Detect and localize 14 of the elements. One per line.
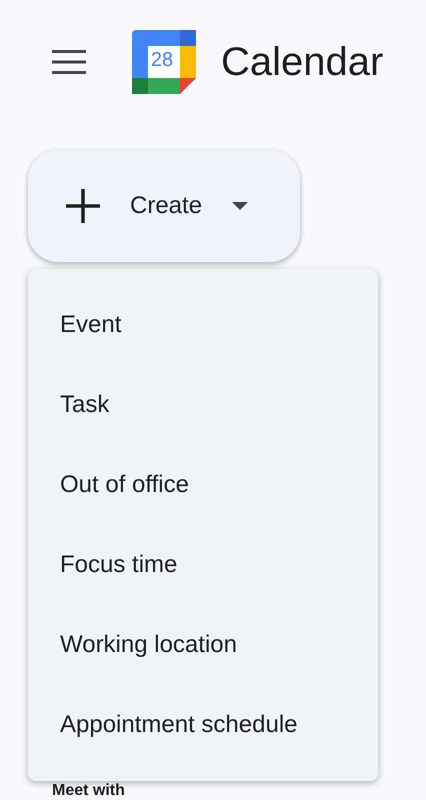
menu-item[interactable]: Appointment schedule — [28, 685, 378, 765]
create-button[interactable]: Create — [28, 150, 300, 262]
menu-item[interactable]: Event — [28, 285, 378, 365]
caret-icon — [232, 202, 248, 210]
logo-date: 28 — [150, 48, 174, 72]
section-heading: Meet with — [52, 783, 125, 799]
menu-item[interactable]: Task — [28, 365, 378, 445]
menu-icon[interactable] — [52, 50, 86, 74]
menu-item[interactable]: Working location — [28, 605, 378, 685]
calendar-logo-icon — [132, 30, 196, 94]
menu-item[interactable]: Focus time — [28, 525, 378, 605]
menu-item[interactable]: Out of office — [28, 445, 378, 525]
plus-icon — [66, 189, 100, 223]
app-title: Calendar — [221, 40, 384, 84]
